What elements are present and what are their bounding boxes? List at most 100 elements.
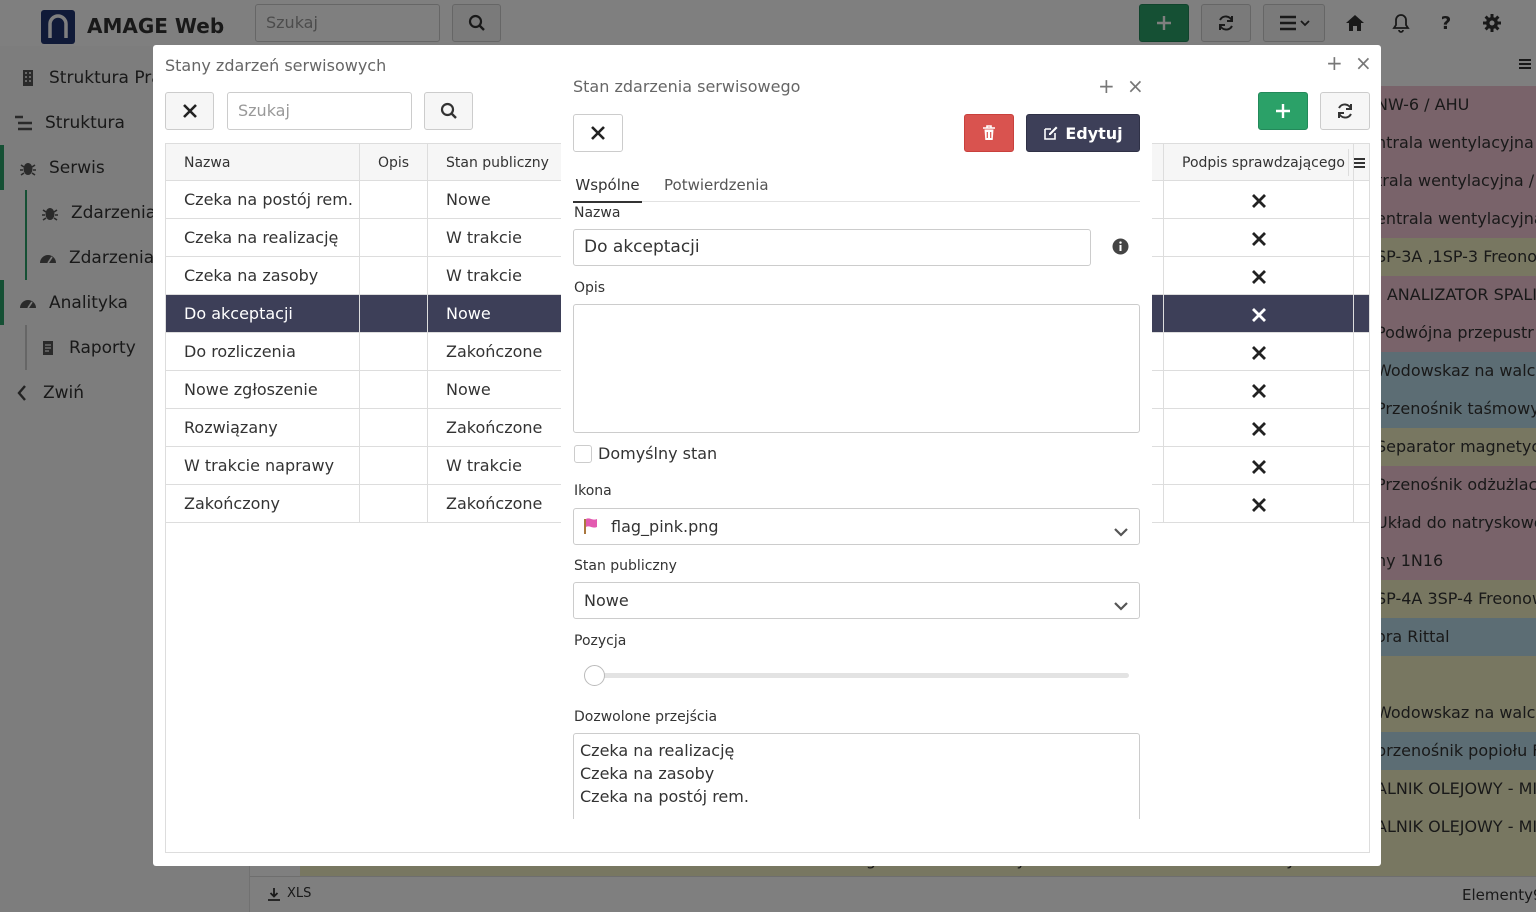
- icon-select[interactable]: flag_pink.png: [573, 508, 1140, 545]
- cross-icon: [1252, 497, 1266, 516]
- column-divider: [427, 144, 428, 522]
- column-header-sign[interactable]: Podpis sprawdzającego: [1164, 144, 1354, 182]
- panel-close-button[interactable]: ×: [1355, 51, 1372, 75]
- cell-desc: [360, 371, 427, 409]
- cell-public: Zakończone: [446, 494, 543, 513]
- cell-desc: [360, 485, 427, 523]
- delete-button[interactable]: [964, 114, 1014, 152]
- cell-name: Do rozliczenia: [184, 342, 296, 361]
- column-header-name[interactable]: Nazwa: [166, 144, 359, 182]
- public-state-label: Stan publiczny: [574, 558, 677, 574]
- edit-button[interactable]: Edytuj: [1026, 114, 1140, 152]
- public-state-value: Nowe: [584, 591, 629, 610]
- position-slider-handle[interactable]: [584, 665, 605, 686]
- column-header-desc[interactable]: Opis: [360, 144, 427, 182]
- dialog-close-button[interactable]: ×: [1127, 74, 1144, 98]
- chevron-down-icon: [1113, 596, 1129, 615]
- close-icon: ×: [1355, 51, 1372, 75]
- dialog-title: Stan zdarzenia serwisowego: [573, 77, 801, 96]
- info-icon[interactable]: [1112, 238, 1129, 259]
- default-state-label: Domyślny stan: [598, 444, 718, 463]
- cell-desc: [360, 257, 427, 295]
- column-divider: [1163, 144, 1164, 522]
- transition-item[interactable]: Czeka na zasoby: [580, 762, 1133, 785]
- edit-icon: [1043, 125, 1059, 141]
- panel-refresh-button[interactable]: [1320, 92, 1370, 130]
- cell-public: Zakończone: [446, 418, 543, 437]
- cross-icon: [1252, 459, 1266, 478]
- state-edit-dialog: Stan zdarzenia serwisowego + × Edytuj Ws…: [561, 67, 1152, 832]
- transitions-label: Dozwolone przejścia: [574, 709, 718, 725]
- cell-public: W trakcie: [446, 266, 522, 285]
- refresh-icon: [1335, 101, 1355, 121]
- panel-cancel-button[interactable]: [165, 92, 214, 130]
- panel-search-input[interactable]: Szukaj: [227, 92, 412, 130]
- panel-title: Stany zdarzeń serwisowych: [165, 56, 387, 75]
- plus-icon: +: [1098, 74, 1115, 98]
- cross-icon: [1252, 193, 1266, 212]
- position-slider-track[interactable]: [584, 673, 1129, 678]
- cross-icon: [1252, 269, 1266, 288]
- tab-wspolne[interactable]: Wspólne: [573, 173, 642, 203]
- panel-add-button[interactable]: [1258, 92, 1308, 130]
- cell-desc: [360, 447, 427, 485]
- transition-item[interactable]: Czeka na realizację: [580, 739, 1133, 762]
- cell-public: W trakcie: [446, 456, 522, 475]
- grid-column-menu[interactable]: [1348, 149, 1369, 176]
- cell-public: Nowe: [446, 304, 491, 323]
- column-divider: [359, 144, 360, 522]
- position-label: Pozycja: [574, 633, 627, 649]
- desc-textarea[interactable]: [573, 304, 1140, 433]
- dialog-expand-button[interactable]: +: [1098, 74, 1115, 98]
- dialog-cancel-button[interactable]: [573, 114, 623, 152]
- cell-name: Czeka na zasoby: [184, 266, 319, 285]
- cell-name: Rozwiązany: [184, 418, 278, 437]
- cross-icon: [1252, 231, 1266, 250]
- chevron-down-icon: [1113, 522, 1129, 541]
- cell-name: Do akceptacji: [184, 304, 293, 323]
- cross-icon: [1252, 383, 1266, 402]
- cell-name: W trakcie naprawy: [184, 456, 335, 475]
- transitions-list[interactable]: Czeka na realizację Czeka na zasoby Czek…: [573, 733, 1140, 819]
- icon-select-value: flag_pink.png: [611, 517, 719, 536]
- column-divider: [1353, 144, 1354, 522]
- name-field[interactable]: Do akceptacji: [573, 229, 1091, 266]
- public-state-select[interactable]: Nowe: [573, 582, 1140, 619]
- panel-search-button[interactable]: [424, 92, 473, 130]
- close-icon: [182, 104, 197, 118]
- cell-desc: [360, 181, 427, 219]
- cross-icon: [1252, 307, 1266, 326]
- transition-item[interactable]: Czeka na postój rem.: [580, 785, 1133, 808]
- cell-desc: [360, 295, 427, 333]
- cell-desc: [360, 219, 427, 257]
- name-label: Nazwa: [574, 205, 621, 221]
- cell-name: Zakończony: [184, 494, 280, 513]
- cell-desc: [360, 333, 427, 371]
- desc-label: Opis: [574, 280, 606, 296]
- cell-name: Czeka na postój rem.: [184, 190, 353, 209]
- edit-button-label: Edytuj: [1065, 123, 1123, 143]
- default-state-checkbox[interactable]: [574, 445, 592, 463]
- cell-public: Zakończone: [446, 342, 543, 361]
- tab-potwierdzenia[interactable]: Potwierdzenia: [664, 173, 769, 203]
- menu-icon: [1352, 157, 1366, 169]
- close-icon: ×: [1127, 74, 1144, 98]
- cell-name: Czeka na realizację: [184, 228, 339, 247]
- cross-icon: [1252, 421, 1266, 440]
- flag-pink-icon: [582, 517, 598, 539]
- plus-icon: [1275, 103, 1291, 119]
- plus-icon: +: [1326, 51, 1343, 75]
- panel-expand-button[interactable]: +: [1326, 51, 1343, 75]
- cell-public: W trakcie: [446, 228, 522, 247]
- search-icon: [440, 102, 458, 120]
- cell-public: Nowe: [446, 380, 491, 399]
- column-header-public[interactable]: Stan publiczny: [428, 144, 578, 182]
- cell-name: Nowe zgłoszenie: [184, 380, 318, 399]
- close-icon: [591, 126, 605, 140]
- trash-icon: [982, 125, 996, 141]
- cell-desc: [360, 409, 427, 447]
- icon-label: Ikona: [574, 483, 612, 499]
- tabs-divider: [573, 201, 1140, 202]
- cell-public: Nowe: [446, 190, 491, 209]
- cross-icon: [1252, 345, 1266, 364]
